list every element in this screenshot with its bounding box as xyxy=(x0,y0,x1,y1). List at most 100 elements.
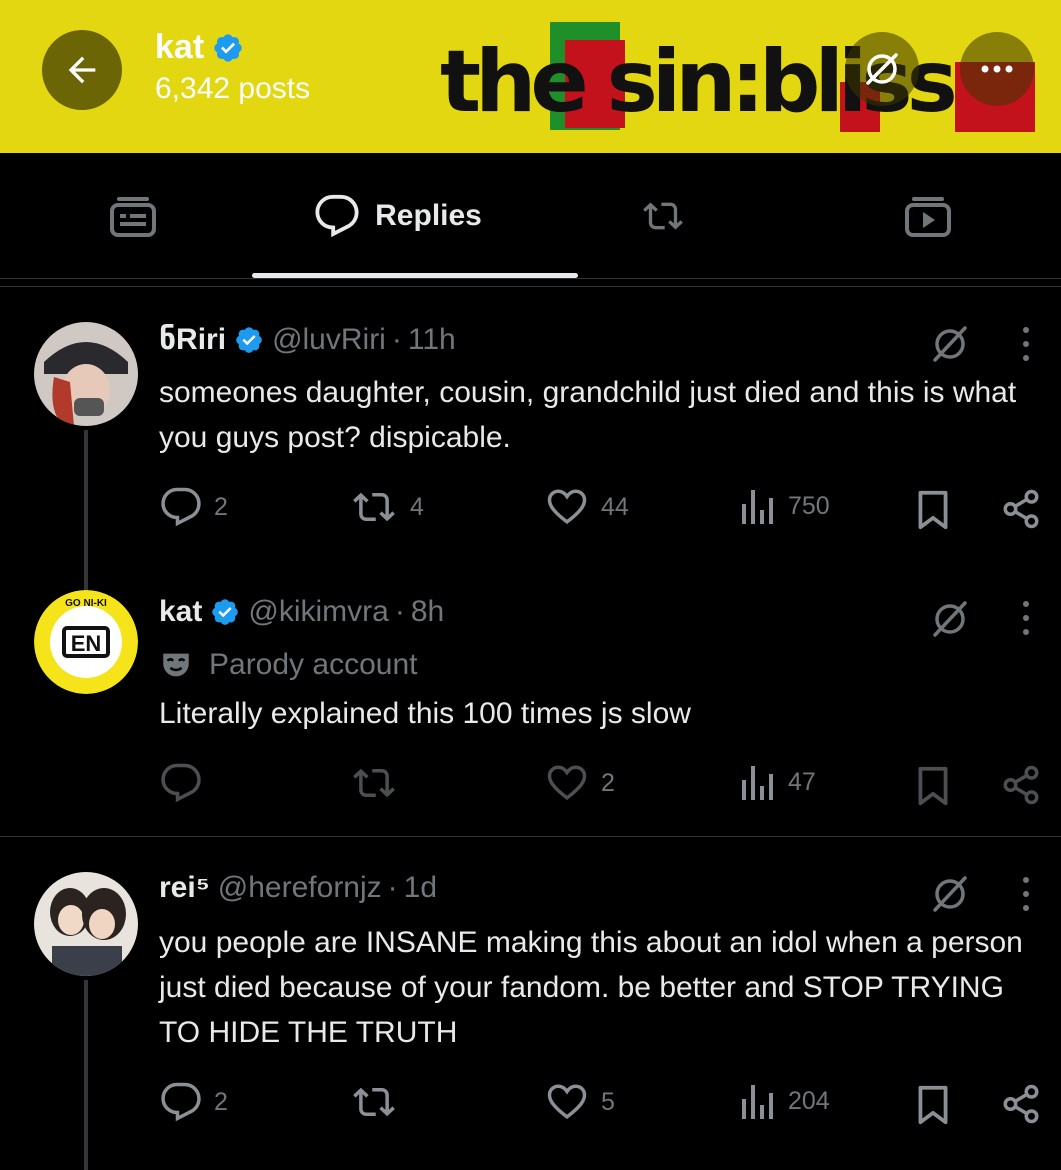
like-button[interactable]: 44 xyxy=(545,486,629,528)
repost-button[interactable] xyxy=(350,762,410,804)
heart-icon xyxy=(547,1084,587,1120)
separator-dot: · xyxy=(394,595,405,628)
share-icon[interactable] xyxy=(1000,488,1042,530)
post-meta: ნRiri @luvRiri · 11h xyxy=(159,322,456,357)
divider xyxy=(0,278,1061,279)
media-icon xyxy=(904,196,951,237)
reply-icon xyxy=(161,487,201,527)
bookmark-icon[interactable] xyxy=(914,764,952,808)
reply-button[interactable]: 2 xyxy=(160,486,228,528)
tab-replies[interactable]: Replies xyxy=(265,153,530,278)
view-count: 47 xyxy=(788,767,816,796)
post-actions: 2 4 44 750 xyxy=(0,486,1061,536)
bookmark-icon[interactable] xyxy=(914,488,952,532)
author-name[interactable]: ნRiri xyxy=(159,322,226,357)
post-time[interactable]: 11h xyxy=(408,323,456,357)
more-vertical-icon[interactable] xyxy=(1014,598,1038,638)
grok-icon xyxy=(866,53,898,85)
reply-icon xyxy=(161,763,201,803)
repost-button[interactable] xyxy=(350,1081,410,1123)
post-meta: kat @kikimvra · 8h xyxy=(159,595,444,629)
verified-badge-icon xyxy=(212,599,239,625)
reply-count: 2 xyxy=(214,492,228,521)
reply-bubble-icon xyxy=(315,194,359,237)
separator-dot: · xyxy=(387,871,398,904)
more-vertical-icon[interactable] xyxy=(1014,874,1038,914)
view-count: 204 xyxy=(788,1086,830,1115)
views-chart-icon xyxy=(742,766,773,800)
profile-name: kat xyxy=(155,28,244,67)
like-button[interactable]: 2 xyxy=(545,762,615,804)
repost-button[interactable]: 4 xyxy=(350,486,424,528)
reply-icon xyxy=(161,1082,201,1122)
reply-button[interactable] xyxy=(160,762,214,804)
repost-icon xyxy=(353,1087,395,1117)
back-button[interactable] xyxy=(42,30,122,110)
profile-name-text: kat xyxy=(155,28,205,66)
tab-replies-label: Replies xyxy=(375,198,482,232)
reply-button[interactable]: 2 xyxy=(160,1081,228,1123)
like-button[interactable]: 5 xyxy=(545,1081,615,1123)
tab-highlights[interactable] xyxy=(0,153,265,278)
divider xyxy=(0,836,1061,837)
repost-count: 4 xyxy=(410,492,424,521)
like-count: 2 xyxy=(601,768,615,797)
verified-badge-icon xyxy=(214,33,242,62)
post-text: someones daughter, cousin, grandchild ju… xyxy=(159,376,1017,454)
repost-icon xyxy=(353,492,395,522)
share-icon[interactable] xyxy=(1000,1083,1042,1125)
more-horizontal-icon xyxy=(981,65,1013,73)
profile-header: the sin:bliss kat 6,342 posts xyxy=(0,0,1061,153)
views-button[interactable]: 204 xyxy=(740,1081,830,1121)
author-handle[interactable]: @kikimvra xyxy=(248,595,388,629)
grok-button[interactable] xyxy=(845,32,919,106)
views-chart-icon xyxy=(742,490,773,524)
heart-icon xyxy=(547,489,587,525)
reply-count: 2 xyxy=(214,1087,228,1116)
author-handle[interactable]: @herefornjz xyxy=(218,871,382,905)
views-button[interactable]: 750 xyxy=(740,486,830,526)
avatar-photo xyxy=(34,322,138,426)
avatar[interactable] xyxy=(34,322,138,426)
tab-reposts[interactable] xyxy=(530,153,795,278)
divider xyxy=(0,286,1061,287)
tab-media[interactable] xyxy=(795,153,1060,278)
avatar-photo xyxy=(34,872,138,976)
arrow-left-icon xyxy=(68,56,96,84)
like-count: 44 xyxy=(601,492,629,521)
bookmark-icon[interactable] xyxy=(914,1083,952,1127)
author-name[interactable]: rei⁵ xyxy=(159,871,210,905)
parody-label-text: Parody account xyxy=(209,648,418,681)
banner-image: the sin:bliss xyxy=(430,22,1050,140)
verified-badge-icon xyxy=(236,326,262,353)
views-button[interactable]: 47 xyxy=(740,762,816,802)
avatar[interactable] xyxy=(34,872,138,976)
post-meta: rei⁵ @herefornjz · 1d xyxy=(159,871,437,905)
profile-tabs: Replies xyxy=(0,153,1061,278)
author-handle[interactable]: @luvRiri xyxy=(272,323,386,357)
parody-label: Parody account xyxy=(159,648,417,682)
repost-icon xyxy=(642,201,683,230)
share-icon[interactable] xyxy=(1000,764,1042,806)
post-actions: 2 5 204 xyxy=(0,1081,1061,1131)
more-vertical-icon[interactable] xyxy=(1014,324,1038,364)
views-chart-icon xyxy=(742,1085,773,1119)
grok-icon[interactable] xyxy=(928,872,972,916)
post-time[interactable]: 1d xyxy=(404,871,437,905)
post-text: Literally explained this 100 times js sl… xyxy=(159,697,691,730)
repost-icon xyxy=(353,768,395,798)
post-actions: 2 47 xyxy=(0,762,1061,812)
author-name[interactable]: kat xyxy=(159,595,202,629)
avatar-text: EN xyxy=(71,631,102,656)
avatar-enhypen-logo: EN GO NI-KI xyxy=(34,590,138,694)
heart-icon xyxy=(547,765,587,801)
post-time[interactable]: 8h xyxy=(411,595,444,629)
post-text: you people are INSANE making this about … xyxy=(159,926,1023,1049)
highlights-icon xyxy=(109,196,156,237)
more-options-button[interactable] xyxy=(960,32,1034,106)
grok-icon[interactable] xyxy=(928,597,972,641)
grok-icon[interactable] xyxy=(928,322,972,366)
like-count: 5 xyxy=(601,1087,615,1116)
avatar[interactable]: EN GO NI-KI xyxy=(34,590,138,694)
separator-dot: · xyxy=(391,322,402,356)
